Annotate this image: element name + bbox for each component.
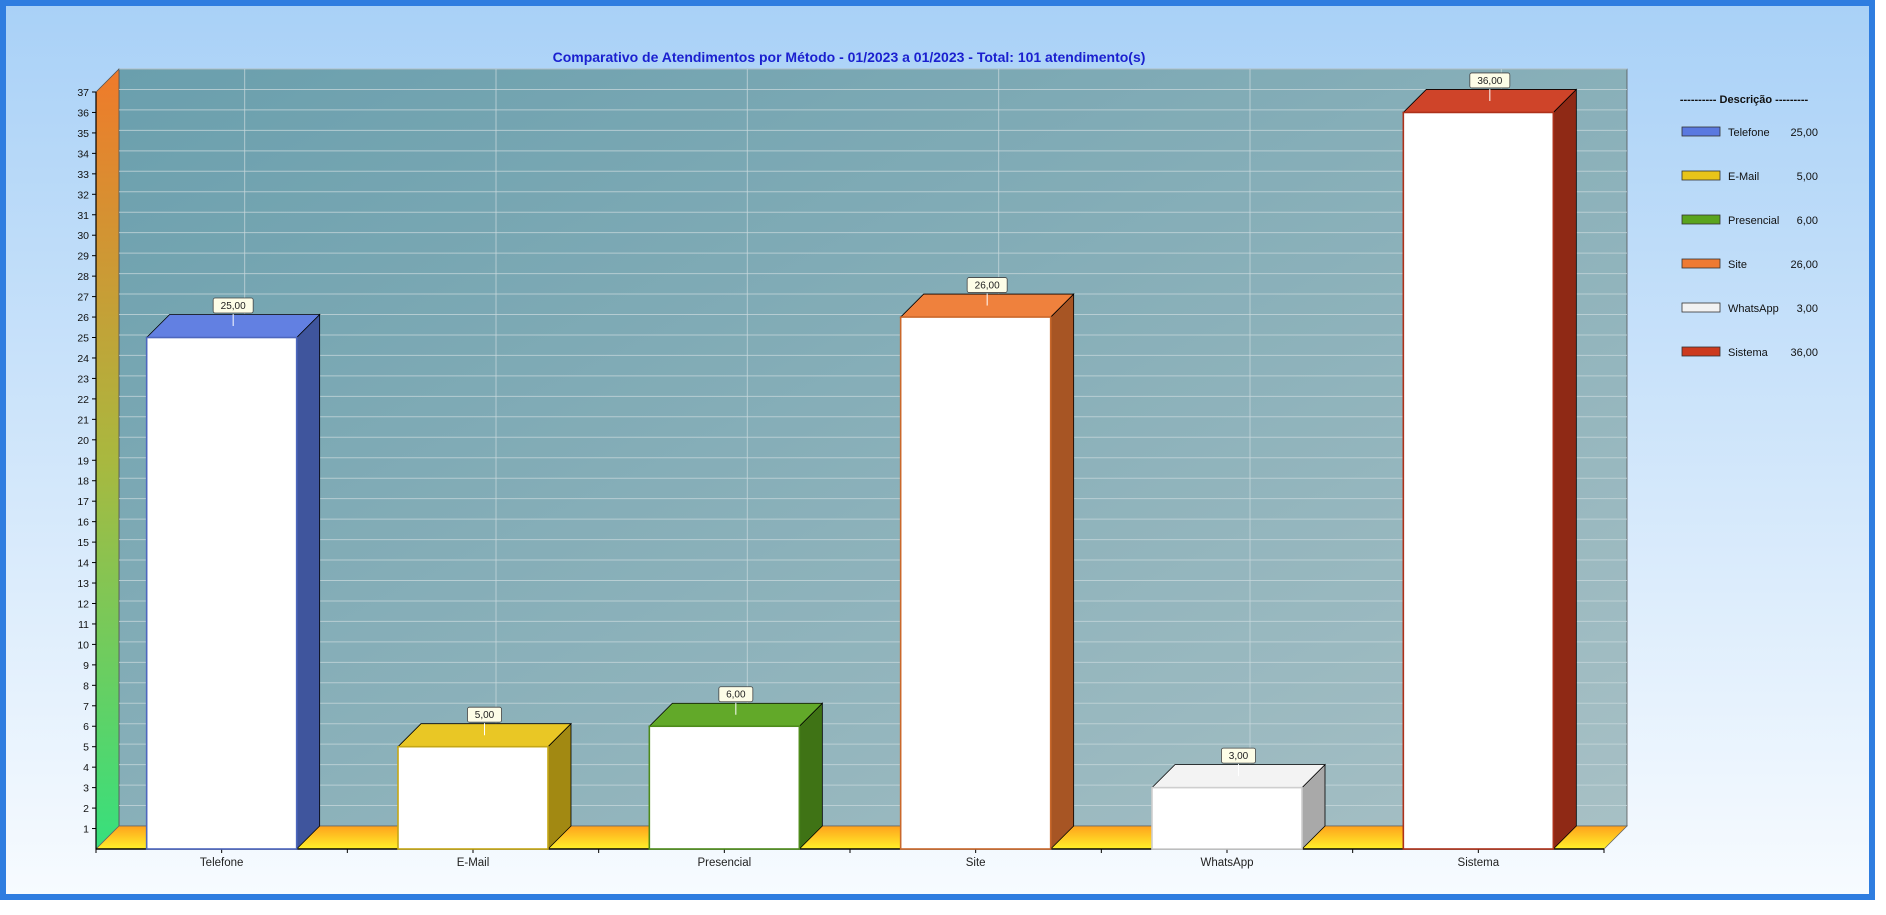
legend-value: 6,00	[1797, 215, 1818, 227]
y-tick-label: 5	[83, 742, 89, 754]
y-tick-label: 31	[77, 210, 89, 222]
bar-side-face	[1050, 293, 1075, 850]
legend-swatch	[1681, 170, 1721, 181]
legend-swatch	[1681, 126, 1721, 137]
legend-swatch	[1681, 302, 1721, 313]
y-tick-label: 9	[83, 660, 89, 672]
y-tick-label: 23	[77, 373, 89, 385]
data-label: 6,00	[726, 690, 746, 701]
bar-side-face	[1552, 88, 1577, 850]
data-label: 5,00	[475, 710, 495, 721]
bar-front-face	[145, 336, 298, 850]
y-tick-label: 21	[77, 414, 89, 426]
data-label: 36,00	[1477, 76, 1502, 87]
data-label: 25,00	[221, 301, 246, 312]
x-tick-label: Telefone	[200, 857, 243, 869]
chart-frame: Comparativo de Atendimentos por Método -…	[0, 0, 1875, 900]
y-tick-label: 3	[83, 783, 89, 795]
y-tick-label: 12	[77, 598, 89, 610]
y-tick-label: 24	[77, 353, 89, 365]
x-tick-label: WhatsApp	[1200, 857, 1253, 869]
legend-label: E-Mail	[1728, 171, 1759, 183]
y-tick-label: 6	[83, 721, 89, 733]
y-tick-label: 13	[77, 578, 89, 590]
legend-header: ---------- Descrição ---------	[1680, 94, 1809, 106]
y-tick-label: 33	[77, 169, 89, 181]
bar-side-face	[296, 313, 321, 850]
x-tick-label: E-Mail	[457, 857, 490, 869]
y-tick-label: 18	[77, 476, 89, 488]
bar-presencial: 6,00	[648, 686, 824, 850]
y-tick-label: 7	[83, 701, 89, 713]
y-tick-label: 32	[77, 189, 89, 201]
y-tick-label: 22	[77, 394, 89, 406]
bar-site: 26,00	[899, 277, 1075, 850]
y-tick-label: 11	[78, 619, 89, 631]
legend: ---------- Descrição --------- Telefone 2…	[1680, 94, 1818, 359]
legend-label: Site	[1728, 259, 1747, 271]
y-tick-label: 37	[77, 87, 89, 99]
x-tick-label: Sistema	[1458, 857, 1500, 869]
y-tick-label: 34	[77, 148, 89, 160]
legend-label: Telefone	[1728, 127, 1770, 139]
y-tick-label: 15	[77, 537, 89, 549]
y-tick-label: 25	[77, 333, 89, 345]
legend-value: 25,00	[1790, 127, 1818, 139]
y-tick-label: 35	[77, 128, 89, 140]
y-tick-label: 20	[77, 435, 89, 447]
data-label: 3,00	[1229, 751, 1249, 762]
side-wall	[95, 68, 120, 850]
y-tick-label: 19	[77, 455, 89, 467]
y-tick-label: 36	[77, 107, 89, 119]
legend-value: 26,00	[1790, 259, 1818, 271]
legend-label: Sistema	[1728, 347, 1769, 359]
chart-title: Comparativo de Atendimentos por Método -…	[553, 49, 1146, 65]
bar-sistema: 36,00	[1402, 72, 1578, 850]
bar-front-face	[899, 316, 1052, 850]
y-tick-label: 4	[83, 762, 89, 774]
plot-area: 1234567891011121314151617181920212223242…	[77, 68, 1628, 869]
legend-swatch	[1681, 214, 1721, 225]
y-tick-label: 26	[77, 312, 89, 324]
bar-e-mail: 5,00	[397, 706, 572, 850]
legend-label: WhatsApp	[1728, 303, 1779, 315]
legend-value: 36,00	[1790, 347, 1818, 359]
x-tick-label: Presencial	[697, 857, 751, 869]
bar-side-face	[798, 702, 823, 850]
bar-telefone: 25,00	[145, 297, 321, 850]
x-tick-label: Site	[966, 857, 986, 869]
data-label: 26,00	[975, 281, 1000, 292]
legend-value: 3,00	[1797, 303, 1818, 315]
bar-chart: Comparativo de Atendimentos por Método -…	[77, 49, 1818, 869]
y-tick-label: 30	[77, 230, 89, 242]
y-tick-label: 8	[83, 680, 89, 692]
y-tick-label: 17	[77, 496, 89, 508]
y-tick-label: 1	[83, 824, 89, 836]
bar-front-face	[648, 725, 801, 850]
legend-swatch	[1681, 258, 1721, 269]
legend-value: 5,00	[1797, 171, 1818, 183]
bar-front-face	[397, 745, 549, 850]
back-wall	[118, 68, 1628, 827]
y-tick-label: 28	[77, 271, 89, 283]
y-tick-label: 2	[83, 803, 89, 815]
legend-label: Presencial	[1728, 215, 1779, 227]
floor	[95, 825, 1628, 850]
y-tick-label: 10	[77, 639, 89, 651]
y-tick-label: 14	[77, 558, 89, 570]
y-tick-label: 27	[77, 292, 89, 304]
legend-swatch	[1681, 346, 1721, 357]
y-tick-label: 16	[77, 517, 89, 529]
bar-front-face	[1402, 111, 1555, 850]
y-tick-label: 29	[77, 251, 89, 263]
bar-front-face	[1151, 786, 1303, 850]
